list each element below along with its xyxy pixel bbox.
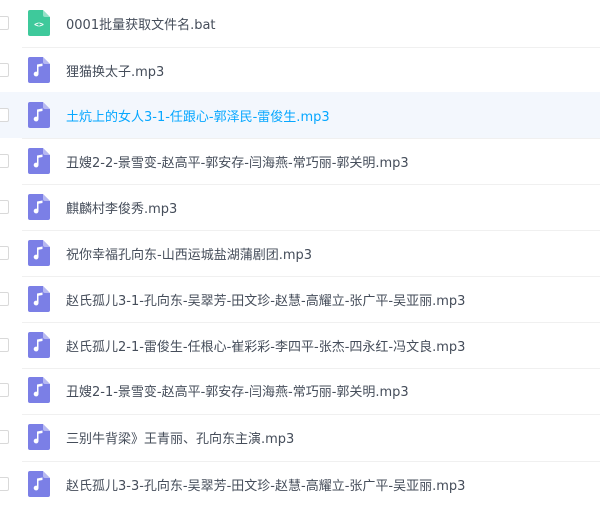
file-row[interactable]: 赵氏孤儿3-3-孔向东-吴翠芳-田文珍-赵慧-高耀立-张广平-吴亚丽.mp3 (0, 461, 600, 507)
file-name[interactable]: 赵氏孤儿2-1-雷俊生-任根心-崔彩彩-李四平-张杰-四永红-冯文良.mp3 (66, 336, 465, 355)
audio-file-icon (28, 377, 50, 403)
row-checkbox[interactable] (0, 246, 9, 260)
file-row[interactable]: 祝你幸福孔向东-山西运城盐湖蒲剧团.mp3 (0, 230, 600, 276)
row-checkbox[interactable] (0, 63, 9, 77)
file-name[interactable]: 丑嫂2-1-景雪变-赵高平-郭安存-闫海燕-常巧丽-郭关明.mp3 (66, 381, 409, 400)
file-name[interactable]: 三别牛背梁》王青丽、孔向东主演.mp3 (66, 428, 294, 447)
file-row[interactable]: 狸猫换太子.mp3 (0, 47, 600, 93)
svg-text:<>: <> (34, 20, 44, 29)
audio-file-icon (28, 57, 50, 83)
file-name[interactable]: 丑嫂2-2-景雪变-赵高平-郭安存-闫海燕-常巧丽-郭关明.mp3 (66, 152, 409, 171)
file-list: <> 0001批量获取文件名.bat 狸猫换太子.mp3 土炕上的女人3-1-任跟心-… (0, 0, 600, 507)
code-file-icon: <> (28, 10, 50, 36)
file-name[interactable]: 麒麟村李俊秀.mp3 (66, 198, 177, 217)
row-checkbox[interactable] (0, 200, 9, 214)
audio-file-icon (28, 148, 50, 174)
row-checkbox[interactable] (0, 154, 9, 168)
file-name[interactable]: 土炕上的女人3-1-任跟心-郭泽民-雷俊生.mp3 (66, 106, 330, 125)
audio-file-icon (28, 102, 50, 128)
row-checkbox[interactable] (0, 477, 9, 491)
row-checkbox[interactable] (0, 430, 9, 444)
file-name[interactable]: 赵氏孤儿3-1-孔向东-吴翠芳-田文珍-赵慧-高耀立-张广平-吴亚丽.mp3 (66, 290, 465, 309)
file-row[interactable]: <> 0001批量获取文件名.bat (0, 0, 600, 46)
row-checkbox[interactable] (0, 292, 9, 306)
row-checkbox[interactable] (0, 383, 9, 397)
file-name[interactable]: 狸猫换太子.mp3 (66, 61, 164, 80)
audio-file-icon (28, 471, 50, 497)
row-checkbox[interactable] (0, 108, 9, 122)
audio-file-icon (28, 194, 50, 220)
row-checkbox[interactable] (0, 338, 9, 352)
file-name[interactable]: 赵氏孤儿3-3-孔向东-吴翠芳-田文珍-赵慧-高耀立-张广平-吴亚丽.mp3 (66, 475, 465, 494)
file-row[interactable]: 丑嫂2-1-景雪变-赵高平-郭安存-闫海燕-常巧丽-郭关明.mp3 (0, 367, 600, 413)
audio-file-icon (28, 424, 50, 450)
audio-file-icon (28, 286, 50, 312)
row-checkbox[interactable] (0, 16, 9, 30)
audio-file-icon (28, 240, 50, 266)
file-row[interactable]: 赵氏孤儿3-1-孔向东-吴翠芳-田文珍-赵慧-高耀立-张广平-吴亚丽.mp3 (0, 276, 600, 322)
file-row[interactable]: 丑嫂2-2-景雪变-赵高平-郭安存-闫海燕-常巧丽-郭关明.mp3 (0, 138, 600, 184)
file-row[interactable]: 赵氏孤儿2-1-雷俊生-任根心-崔彩彩-李四平-张杰-四永红-冯文良.mp3 (0, 322, 600, 368)
file-row[interactable]: 土炕上的女人3-1-任跟心-郭泽民-雷俊生.mp3 (0, 92, 600, 138)
file-row[interactable]: 三别牛背梁》王青丽、孔向东主演.mp3 (0, 414, 600, 460)
file-name[interactable]: 祝你幸福孔向东-山西运城盐湖蒲剧团.mp3 (66, 244, 312, 263)
audio-file-icon (28, 332, 50, 358)
file-row[interactable]: 麒麟村李俊秀.mp3 (0, 184, 600, 230)
file-name[interactable]: 0001批量获取文件名.bat (66, 14, 216, 33)
